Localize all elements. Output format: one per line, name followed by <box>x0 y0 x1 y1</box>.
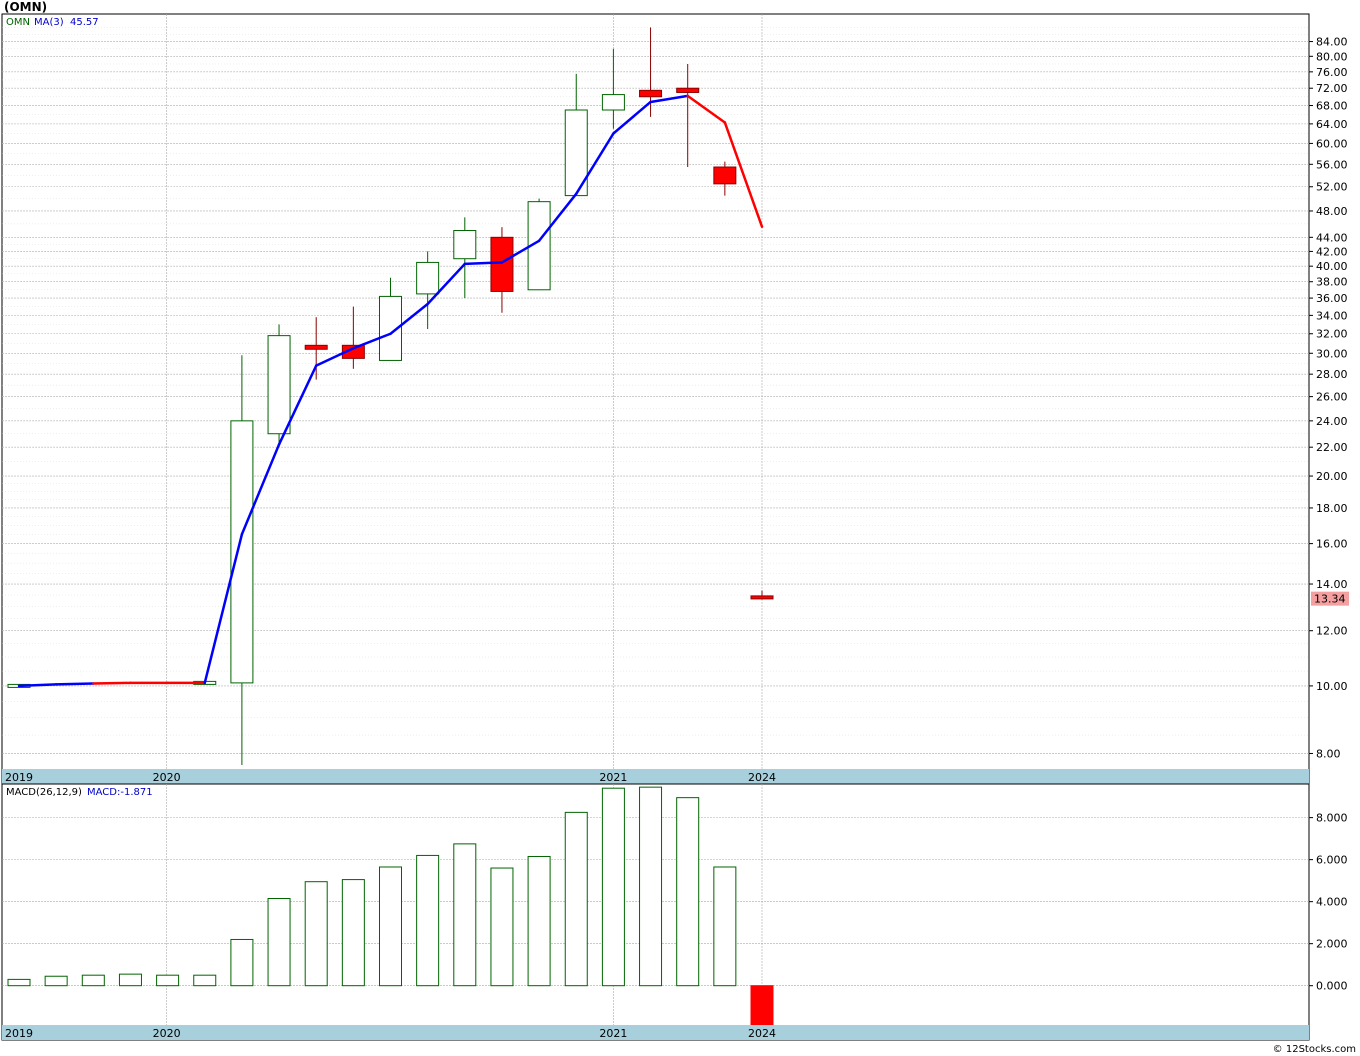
candle-body-up <box>230 420 254 684</box>
price-x-axis-band <box>2 769 1309 784</box>
last-price-label: 13.34 <box>1314 593 1346 606</box>
macd-y-axis: 0.000 2.000 4.000 6.000 8.000 <box>1309 812 1348 993</box>
price-tick-label: 26.00 <box>1316 391 1348 404</box>
macd-bar-positive <box>676 797 700 987</box>
macd-bar-positive <box>44 975 68 987</box>
macd-bar-positive <box>564 811 588 987</box>
candle-body-up <box>416 261 440 295</box>
macd-bar-positive <box>193 974 217 987</box>
macd-bar-positive <box>527 855 551 987</box>
ma-segment <box>17 683 58 688</box>
price-tick-label: 40.00 <box>1316 260 1348 273</box>
macd-bar-positive <box>7 978 31 987</box>
candle-body-up <box>453 230 477 260</box>
legend-ma-label: MA(3) <box>34 17 64 28</box>
price-tick-label: 68.00 <box>1316 100 1348 113</box>
legend-symbol: OMN <box>6 17 30 28</box>
candle-body-down <box>304 344 328 350</box>
macd-tick-label: 8.000 <box>1316 812 1348 825</box>
price-tick-label: 30.00 <box>1316 347 1348 360</box>
macd-legend: MACD(26,12,9) MACD:-1.871 <box>6 787 153 798</box>
candle-body-down <box>750 595 774 600</box>
price-tick-label: 16.00 <box>1316 538 1348 551</box>
ma-segment <box>92 681 132 685</box>
macd-bar-positive <box>118 973 142 987</box>
macd-bar-positive <box>341 879 365 987</box>
price-tick-label: 22.00 <box>1316 441 1348 454</box>
x-tick-label: 2020 <box>153 771 181 784</box>
candle-body-down <box>490 236 514 292</box>
credit-label: © 12Stocks.com <box>1272 1044 1356 1055</box>
x-tick-label: 2021 <box>599 771 627 784</box>
macd-bar-positive <box>304 881 328 987</box>
macd-x-axis-band <box>2 1025 1309 1040</box>
price-tick-label: 72.00 <box>1316 82 1348 95</box>
price-tick-label: 10.00 <box>1316 680 1348 693</box>
macd-tick-label: 2.000 <box>1316 938 1348 951</box>
price-tick-label: 56.00 <box>1316 158 1348 171</box>
x-tick-label: 2019 <box>5 771 33 784</box>
macd-bar-positive <box>601 787 625 987</box>
price-tick-label: 18.00 <box>1316 502 1348 515</box>
price-tick-label: 32.00 <box>1316 328 1348 341</box>
macd-tick-label: 6.000 <box>1316 854 1348 867</box>
macd-bar-negative <box>750 985 774 1026</box>
last-price-tag: 13.34 <box>1311 591 1349 606</box>
macd-bar-positive <box>453 843 477 987</box>
price-tick-label: 14.00 <box>1316 578 1348 591</box>
price-tick-label: 60.00 <box>1316 137 1348 150</box>
price-tick-label: 48.00 <box>1316 205 1348 218</box>
price-tick-label: 24.00 <box>1316 415 1348 428</box>
candle-body-down <box>713 166 737 185</box>
price-tick-label: 84.00 <box>1316 36 1348 49</box>
price-panel-frame <box>1 13 1310 785</box>
macd-bar-positive <box>713 866 737 987</box>
ma-segment <box>463 261 504 266</box>
price-tick-label: 28.00 <box>1316 368 1348 381</box>
macd-panel: 0.000 2.000 4.000 6.000 8.000 2019 2020 2021 20… <box>1 783 1348 1041</box>
macd-bar-positive <box>81 974 105 987</box>
ma-segment <box>54 682 95 686</box>
price-tick-label: 36.00 <box>1316 292 1348 305</box>
macd-bar-positive <box>267 898 291 987</box>
candle-body-up <box>267 335 291 435</box>
candle-body-up <box>601 94 625 111</box>
price-tick-label: 80.00 <box>1316 50 1348 63</box>
x-tick-label: 2019 <box>5 1027 33 1040</box>
price-tick-label: 34.00 <box>1316 309 1348 322</box>
chart-canvas: 8.00 10.00 12.00 14.00 16.00 18.00 20.00 22.00 2… <box>1 13 1349 1041</box>
price-tick-label: 52.00 <box>1316 181 1348 194</box>
candle-body-down <box>639 89 663 98</box>
macd-bar-positive <box>230 938 254 987</box>
x-tick-label: 2021 <box>599 1027 627 1040</box>
price-tick-label: 44.00 <box>1316 231 1348 244</box>
price-tick-label: 76.00 <box>1316 66 1348 79</box>
price-tick-label: 64.00 <box>1316 118 1348 131</box>
macd-legend-label: MACD(26,12,9) <box>6 787 82 798</box>
price-tick-label: 38.00 <box>1316 276 1348 289</box>
price-tick-label: 20.00 <box>1316 470 1348 483</box>
macd-legend-value: MACD:-1.871 <box>87 787 153 798</box>
price-tick-label: 42.00 <box>1316 245 1348 258</box>
legend-ma-value: 45.57 <box>70 17 99 28</box>
macd-bar-positive <box>156 974 180 987</box>
macd-bar-positive <box>416 854 440 987</box>
candle-body-down <box>676 87 700 93</box>
price-legend: OMN MA(3) 45.57 <box>6 17 99 28</box>
macd-bar-positive <box>639 786 663 987</box>
x-tick-label: 2024 <box>748 1027 776 1040</box>
price-tick-label: 8.00 <box>1316 747 1341 760</box>
macd-tick-label: 4.000 <box>1316 896 1348 909</box>
macd-bar-positive <box>379 866 402 987</box>
price-tick-label: 12.00 <box>1316 625 1348 638</box>
macd-bar-positive <box>490 867 514 987</box>
x-tick-label: 2020 <box>153 1027 181 1040</box>
price-panel: 8.00 10.00 12.00 14.00 16.00 18.00 20.00 22.00 2… <box>1 13 1349 785</box>
x-tick-label: 2024 <box>748 771 776 784</box>
macd-tick-label: 0.000 <box>1316 980 1348 993</box>
price-y-axis: 8.00 10.00 12.00 14.00 16.00 18.00 20.00 22.00 2… <box>1309 36 1348 760</box>
